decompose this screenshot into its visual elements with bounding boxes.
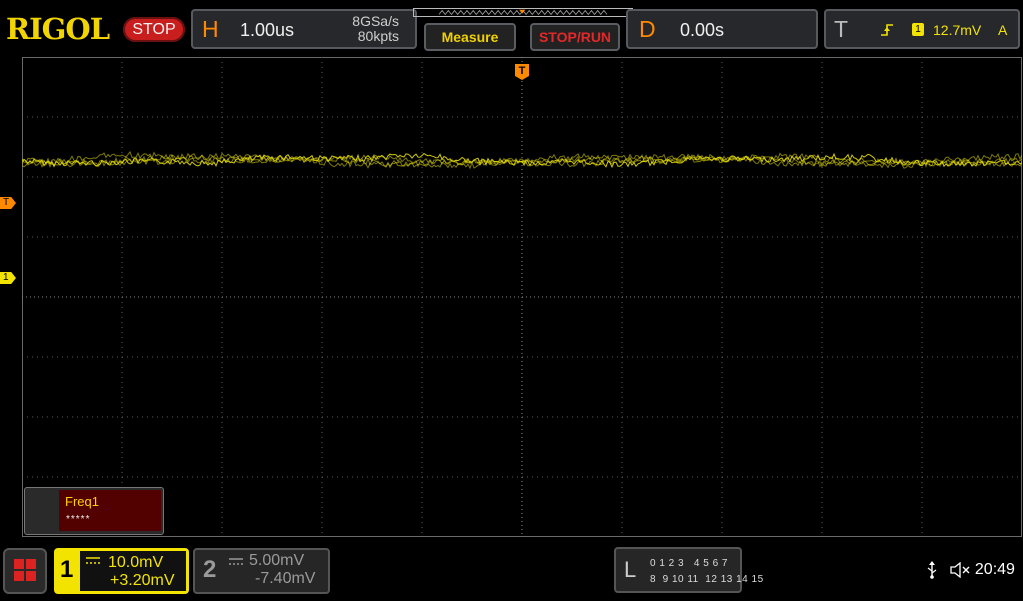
logic-channels-row1: 0 1 2 3 4 5 6 7 [650, 558, 728, 569]
channel2-scale-block: 5.00mV -7.40mV [249, 552, 315, 588]
channel1-panel[interactable]: 1 10.0mV +3.20mV [54, 548, 189, 594]
channel1-offset: +3.20mV [110, 572, 175, 589]
waveform-grid [22, 57, 1022, 537]
dc-coupling-icon [86, 557, 100, 564]
trigger-panel[interactable]: T 1 12.7mV A [824, 9, 1020, 49]
menu-grid-icon [14, 559, 36, 581]
trigger-level-marker[interactable]: T [0, 197, 16, 209]
channel2-panel[interactable]: 2 5.00mV -7.40mV [193, 548, 330, 594]
sample-rate: 8GSa/s [352, 13, 399, 29]
trigger-level: 12.7mV [933, 22, 982, 38]
delay-panel[interactable]: D 0.00s [626, 9, 818, 49]
status-area: 20:49 [926, 561, 1015, 579]
channel2-number: 2 [203, 556, 217, 583]
logic-analyzer-panel[interactable]: L 0 1 2 3 4 5 6 7 8 9 10 11 12 13 14 15 [614, 547, 763, 593]
horizontal-letter: H [202, 16, 219, 42]
mute-icon[interactable] [950, 561, 970, 579]
trigger-source-badge: 1 [912, 23, 924, 36]
channel1-offset-marker[interactable]: 1 [0, 272, 16, 284]
measurement-panel[interactable]: Freq1 ***** [24, 487, 164, 535]
dc-coupling-icon-ch2 [229, 558, 243, 565]
channel1-scale-block: 10.0mV +3.20mV [108, 554, 174, 590]
acquisition-info: 8GSa/s 80kpts [352, 14, 399, 44]
logic-channels-row2: 8 9 10 11 12 13 14 15 [650, 574, 764, 585]
channel1-settings: 10.0mV +3.20mV [80, 551, 186, 591]
timebase-value: 1.00us [240, 20, 295, 40]
measurement-name: Freq1 [65, 494, 99, 509]
main-menu-button[interactable] [3, 548, 47, 594]
channel2-offset: -7.40mV [255, 570, 316, 587]
rigol-logo: RIGOL [6, 12, 110, 46]
horizontal-panel[interactable]: H 1.00us 8GSa/s 80kpts [191, 9, 417, 49]
clock: 20:49 [974, 561, 1015, 579]
channel1-scale: 10.0mV [108, 554, 164, 571]
run-state-badge[interactable]: STOP [123, 17, 185, 42]
channel2-scale: 5.00mV [249, 552, 305, 569]
measurement-value: ***** [66, 514, 91, 525]
usb-icon [927, 561, 937, 579]
trigger-mode: A [998, 22, 1008, 38]
delay-value: 0.00s [680, 20, 725, 40]
measure-button[interactable]: Measure [424, 23, 516, 51]
trigger-letter: T [834, 16, 849, 42]
stop-run-button[interactable]: STOP/RUN [530, 23, 620, 51]
channel1-number: 1 [60, 556, 74, 583]
memory-depth: 80kpts [357, 28, 399, 44]
memory-position-bar [413, 8, 633, 17]
logic-letter: L [624, 557, 637, 582]
rising-edge-icon [881, 24, 893, 36]
delay-letter: D [639, 16, 656, 42]
